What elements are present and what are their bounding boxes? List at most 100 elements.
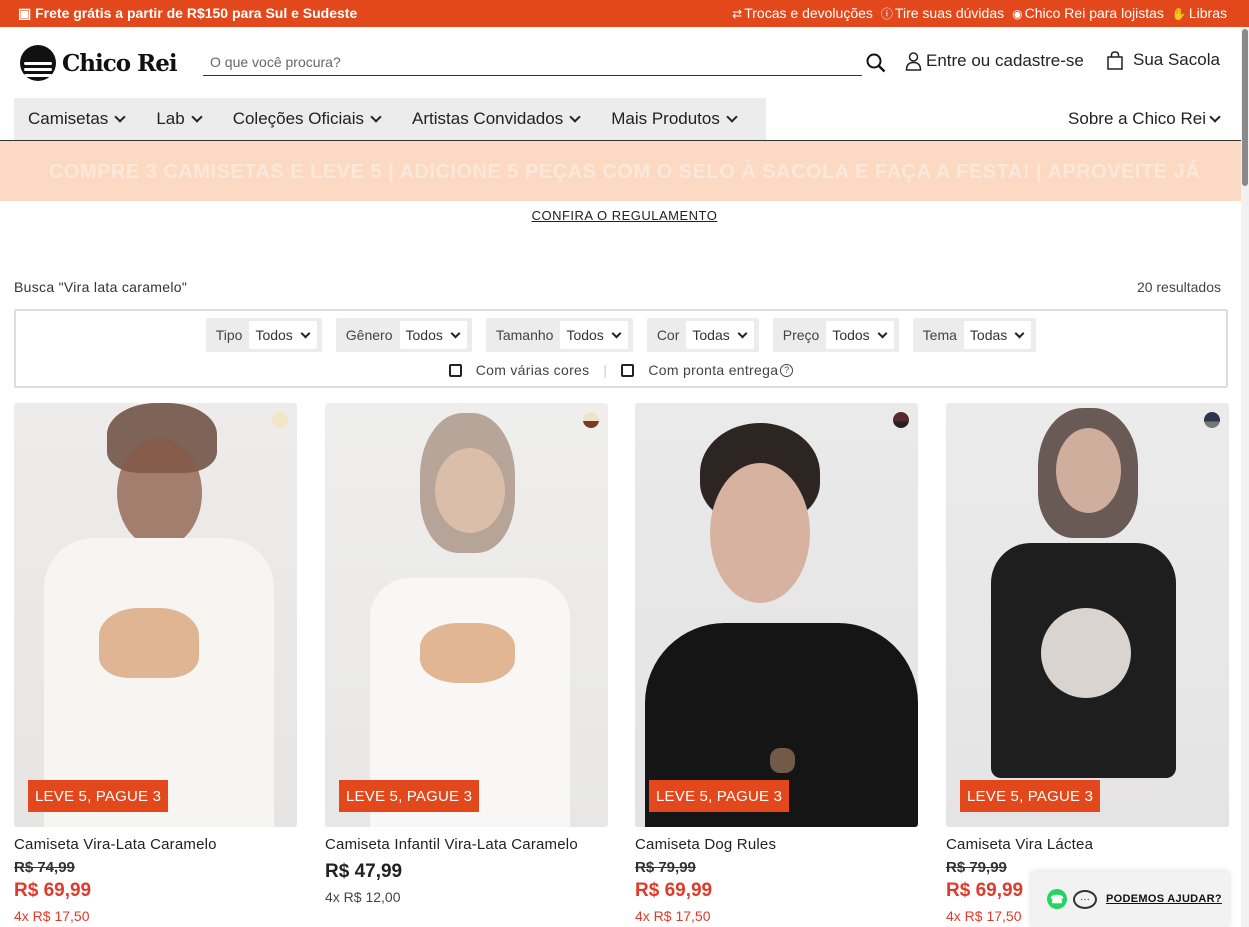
promo-banner[interactable]: COMPRE 3 CAMISETAS E LEVE 5 | ADICIONE 5… — [0, 141, 1249, 201]
promo-badge: LEVE 5, PAGUE 3 — [28, 780, 169, 812]
promo-badge: LEVE 5, PAGUE 3 — [339, 780, 480, 812]
chevron-down-icon — [1209, 111, 1221, 123]
filter-cor[interactable]: Cor Todas — [646, 318, 759, 352]
filter-label: Preço — [782, 327, 820, 343]
chevron-down-icon — [114, 111, 126, 123]
header: Chico Rei Entre ou cadastre-se Sua Sacol… — [0, 27, 1249, 97]
nav-item-sobre[interactable]: Sobre a Chico Rei — [1068, 98, 1223, 140]
product-image[interactable]: LEVE 5, PAGUE 3 — [635, 403, 918, 827]
chat-bubble-icon[interactable]: ··· — [1073, 889, 1097, 909]
product-name[interactable]: Camiseta Vira Láctea — [946, 836, 1229, 853]
shipping-promo: ▣ Frete grátis a partir de R$150 para Su… — [18, 5, 357, 22]
filter-select[interactable]: Todos — [826, 321, 894, 349]
scrollbar-thumb[interactable] — [1242, 29, 1248, 186]
promo-badge: LEVE 5, PAGUE 3 — [649, 780, 790, 812]
color-swatch[interactable] — [893, 412, 909, 428]
filter-preco[interactable]: Preço Todos — [772, 318, 899, 352]
nav-label: Lab — [156, 109, 185, 128]
logo-text: Chico Rei — [62, 49, 178, 77]
filter-label: Tema — [922, 327, 957, 343]
product-card[interactable]: LEVE 5, PAGUE 3 Camiseta Vira-Lata Caram… — [14, 403, 297, 924]
search-input[interactable] — [203, 49, 862, 75]
exchange-link[interactable]: ⇄ Trocas e devoluções — [732, 5, 873, 22]
search-icon[interactable] — [866, 53, 886, 73]
separator: | — [603, 362, 608, 378]
nav-item-lab[interactable]: Lab — [142, 98, 218, 140]
exchange-icon: ⇄ — [732, 7, 743, 21]
product-card[interactable]: LEVE 5, PAGUE 3 Camiseta Vira Láctea R$ … — [946, 403, 1229, 924]
product-card[interactable]: LEVE 5, PAGUE 3 Camiseta Dog Rules R$ 79… — [635, 403, 918, 924]
nav-item-artistas[interactable]: Artistas Convidados — [398, 98, 597, 140]
account-link[interactable]: Entre ou cadastre-se — [905, 51, 1084, 71]
help-link[interactable]: ⓘ Tire suas dúvidas — [881, 5, 1004, 22]
chevron-down-icon — [877, 328, 888, 338]
filter-value: Todas — [969, 327, 1008, 343]
question-icon[interactable]: ? — [780, 363, 794, 377]
help-link-label: Tire suas dúvidas — [894, 5, 1005, 21]
wholesale-link[interactable]: ◉ Chico Rei para lojistas — [1012, 5, 1164, 22]
logo[interactable]: Chico Rei — [20, 45, 178, 81]
regulation-link[interactable]: CONFIRA O REGULAMENTO — [0, 208, 1249, 223]
old-price: R$ 74,99 — [14, 859, 75, 876]
color-swatch[interactable] — [583, 412, 599, 428]
filter-select[interactable]: Todas — [963, 321, 1032, 349]
whatsapp-icon[interactable]: ☎ — [1047, 889, 1067, 909]
promo-badge: LEVE 5, PAGUE 3 — [960, 780, 1101, 812]
nav-label: Mais Produtos — [611, 109, 720, 128]
chevron-down-icon — [450, 328, 461, 338]
product-image[interactable]: LEVE 5, PAGUE 3 — [946, 403, 1229, 827]
libras-link[interactable]: ✋ Libras — [1172, 5, 1227, 22]
filter-tipo[interactable]: Tipo Todos — [205, 318, 322, 352]
filter-value: Todos — [832, 327, 870, 343]
shipping-promo-text: Frete grátis a partir de R$150 para Sul … — [35, 5, 358, 21]
product-image[interactable]: LEVE 5, PAGUE 3 — [14, 403, 297, 827]
nav-label: Coleções Oficiais — [232, 109, 365, 128]
product-image[interactable]: LEVE 5, PAGUE 3 — [325, 403, 608, 827]
nav-label: Camisetas — [28, 109, 109, 128]
filter-genero[interactable]: Gênero Todos — [335, 318, 472, 352]
nav-item-camisetas[interactable]: Camisetas — [14, 98, 142, 140]
bag-icon — [1107, 50, 1123, 70]
filter-value: Todas — [692, 327, 730, 343]
chat-label[interactable]: PODEMOS AJUDAR? — [1106, 893, 1222, 905]
results-count: 20 resultados — [1136, 279, 1221, 295]
installment: 4x R$ 17,50 — [635, 908, 711, 924]
product-name[interactable]: Camiseta Infantil Vira-Lata Caramelo — [325, 836, 608, 853]
filter-tema[interactable]: Tema Todas — [912, 318, 1037, 352]
installment: 4x R$ 12,00 — [325, 889, 401, 905]
exchange-link-label: Trocas e devoluções — [744, 5, 873, 21]
filter-label: Tamanho — [495, 327, 554, 343]
ready-delivery-label[interactable]: Com pronta entrega — [648, 362, 778, 378]
multicolor-checkbox[interactable] — [448, 363, 462, 377]
product-name[interactable]: Camiseta Dog Rules — [635, 836, 918, 853]
product-card[interactable]: LEVE 5, PAGUE 3 Camiseta Infantil Vira-L… — [325, 403, 608, 905]
logo-mark-icon — [20, 45, 56, 81]
filter-label: Tipo — [215, 327, 243, 343]
installment: 4x R$ 17,50 — [14, 908, 90, 924]
product-name[interactable]: Camiseta Vira-Lata Caramelo — [14, 836, 297, 853]
nav-item-colecoes[interactable]: Coleções Oficiais — [219, 98, 398, 140]
ready-delivery-checkbox[interactable] — [621, 363, 635, 377]
search-box — [203, 49, 862, 76]
filter-value: Todos — [566, 327, 604, 343]
chevron-down-icon — [569, 111, 581, 123]
chevron-down-icon — [611, 328, 622, 338]
old-price: R$ 79,99 — [635, 859, 696, 876]
filter-select[interactable]: Todas — [686, 321, 754, 349]
color-swatch[interactable] — [1204, 412, 1220, 428]
chevron-down-icon — [370, 111, 382, 123]
filter-select[interactable]: Todos — [249, 321, 317, 349]
promo-banner-text: COMPRE 3 CAMISETAS E LEVE 5 | ADICIONE 5… — [48, 161, 1201, 183]
multicolor-label[interactable]: Com várias cores — [476, 362, 590, 378]
chat-widget[interactable]: ☎ ··· PODEMOS AJUDAR? — [1031, 871, 1229, 927]
bag-link[interactable]: Sua Sacola — [1106, 50, 1220, 70]
nav-item-mais-produtos[interactable]: Mais Produtos — [597, 98, 754, 140]
filter-select[interactable]: Todos — [560, 321, 628, 349]
color-swatch[interactable] — [272, 412, 288, 428]
price: R$ 69,99 — [635, 880, 713, 901]
filter-tamanho[interactable]: Tamanho Todos — [485, 318, 633, 352]
filter-select[interactable]: Todos — [399, 321, 467, 349]
box-icon: ▣ — [18, 5, 32, 21]
chevron-down-icon — [300, 328, 311, 338]
nav-label: Sobre a Chico Rei — [1068, 109, 1206, 128]
